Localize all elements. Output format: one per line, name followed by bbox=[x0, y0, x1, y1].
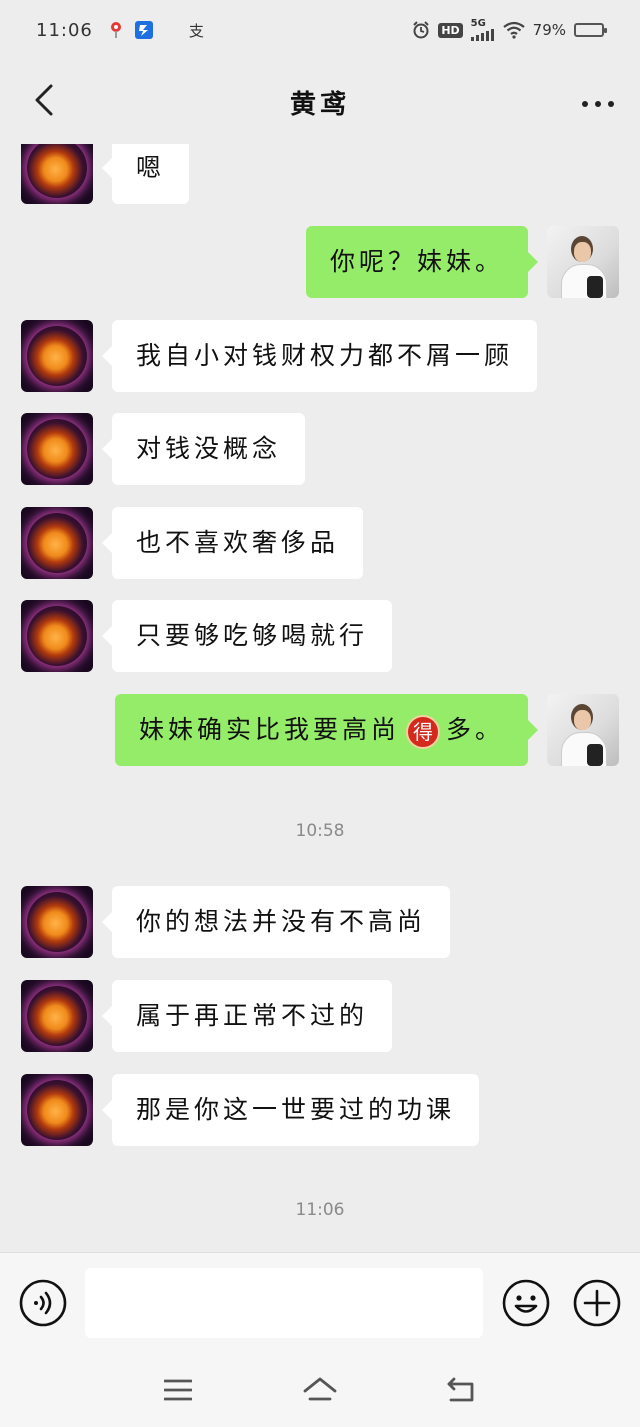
message-row: 妹妹确实比我要高尚得多。 bbox=[0, 694, 640, 766]
message-text: 多。 bbox=[445, 715, 504, 744]
message-row: 你的想法并没有不高尚 bbox=[0, 886, 640, 958]
signal-icon: 5G bbox=[470, 18, 495, 41]
back-nav-button[interactable] bbox=[442, 1370, 482, 1410]
my-avatar[interactable] bbox=[547, 694, 619, 766]
message-input[interactable] bbox=[85, 1268, 483, 1338]
contact-avatar[interactable] bbox=[21, 413, 93, 485]
message-row: 我自小对钱财权力都不屑一顾 bbox=[0, 320, 640, 392]
contact-avatar[interactable] bbox=[21, 144, 93, 204]
home-icon bbox=[303, 1377, 337, 1401]
chevron-left-icon bbox=[33, 83, 55, 121]
de-emoji-icon: 得 bbox=[405, 714, 440, 749]
contact-avatar[interactable] bbox=[21, 507, 93, 579]
message-bubble[interactable]: 那是你这一世要过的功课 bbox=[101, 1074, 480, 1146]
pin-icon bbox=[109, 21, 123, 39]
back-icon bbox=[447, 1377, 474, 1402]
more-button[interactable] bbox=[578, 82, 618, 122]
message-row: 只要够吃够喝就行 bbox=[0, 600, 640, 672]
message-bubble[interactable]: 嗯 bbox=[101, 144, 190, 204]
hd-badge: HD bbox=[438, 22, 463, 38]
notification-icons: 支 bbox=[109, 20, 204, 41]
contact-avatar[interactable] bbox=[21, 980, 93, 1052]
message-bubble[interactable]: 只要够吃够喝就行 bbox=[101, 600, 393, 672]
wifi-icon bbox=[502, 21, 525, 39]
plus-button[interactable] bbox=[573, 1279, 621, 1327]
chat-title: 黄鸢 bbox=[289, 89, 350, 120]
smiley-icon bbox=[502, 1279, 550, 1327]
my-avatar[interactable] bbox=[547, 226, 619, 298]
chat-header: 黄鸢 bbox=[0, 60, 640, 144]
more-dots-icon bbox=[581, 93, 615, 112]
message-text: 妹妹确实比我要高尚 bbox=[138, 715, 400, 744]
message-row: 嗯 bbox=[0, 144, 640, 204]
menu-button[interactable] bbox=[158, 1370, 198, 1410]
chat-area[interactable]: 嗯 你呢？妹妹。 我自小对钱财权力都不屑一顾 对钱没概念 也不喜欢奢侈品 只要够… bbox=[0, 144, 640, 1252]
timestamp: 10:58 bbox=[295, 821, 345, 841]
message-row: 对钱没概念 bbox=[0, 413, 640, 485]
message-bubble[interactable]: 我自小对钱财权力都不屑一顾 bbox=[101, 320, 538, 392]
system-navigation bbox=[0, 1352, 640, 1427]
battery-percent: 79% bbox=[532, 21, 566, 39]
message-row: 属于再正常不过的 bbox=[0, 980, 640, 1052]
message-bubble[interactable]: 也不喜欢奢侈品 bbox=[101, 507, 364, 579]
contact-avatar[interactable] bbox=[21, 320, 93, 392]
message-row: 你呢？妹妹。 bbox=[0, 226, 640, 298]
message-bubble[interactable]: 对钱没概念 bbox=[101, 413, 306, 485]
menu-icon bbox=[164, 1379, 192, 1401]
voice-icon bbox=[19, 1279, 67, 1327]
status-bar: 11:06 支 HD 5G 79% bbox=[0, 0, 640, 60]
alipay-icon: 支 bbox=[188, 21, 204, 40]
emoji-button[interactable] bbox=[502, 1279, 550, 1327]
back-button[interactable] bbox=[24, 82, 64, 122]
battery-icon bbox=[574, 23, 607, 37]
status-time: 11:06 bbox=[36, 19, 93, 41]
input-bar bbox=[0, 1252, 640, 1352]
contact-avatar[interactable] bbox=[21, 1074, 93, 1146]
network-label: 5G bbox=[470, 18, 486, 29]
message-bubble[interactable]: 你呢？妹妹。 bbox=[305, 226, 539, 298]
message-row: 也不喜欢奢侈品 bbox=[0, 507, 640, 579]
app-icon bbox=[134, 21, 153, 39]
contact-avatar[interactable] bbox=[21, 600, 93, 672]
status-right: HD 5G 79% bbox=[412, 18, 607, 41]
message-bubble[interactable]: 妹妹确实比我要高尚得多。 bbox=[114, 694, 539, 766]
contact-avatar[interactable] bbox=[21, 886, 93, 958]
voice-button[interactable] bbox=[19, 1279, 67, 1327]
plus-icon bbox=[573, 1279, 621, 1327]
message-bubble[interactable]: 你的想法并没有不高尚 bbox=[101, 886, 451, 958]
timestamp: 11:06 bbox=[295, 1200, 345, 1220]
message-row: 那是你这一世要过的功课 bbox=[0, 1074, 640, 1146]
message-bubble[interactable]: 属于再正常不过的 bbox=[101, 980, 393, 1052]
home-button[interactable] bbox=[300, 1370, 340, 1410]
alarm-icon bbox=[412, 21, 430, 39]
